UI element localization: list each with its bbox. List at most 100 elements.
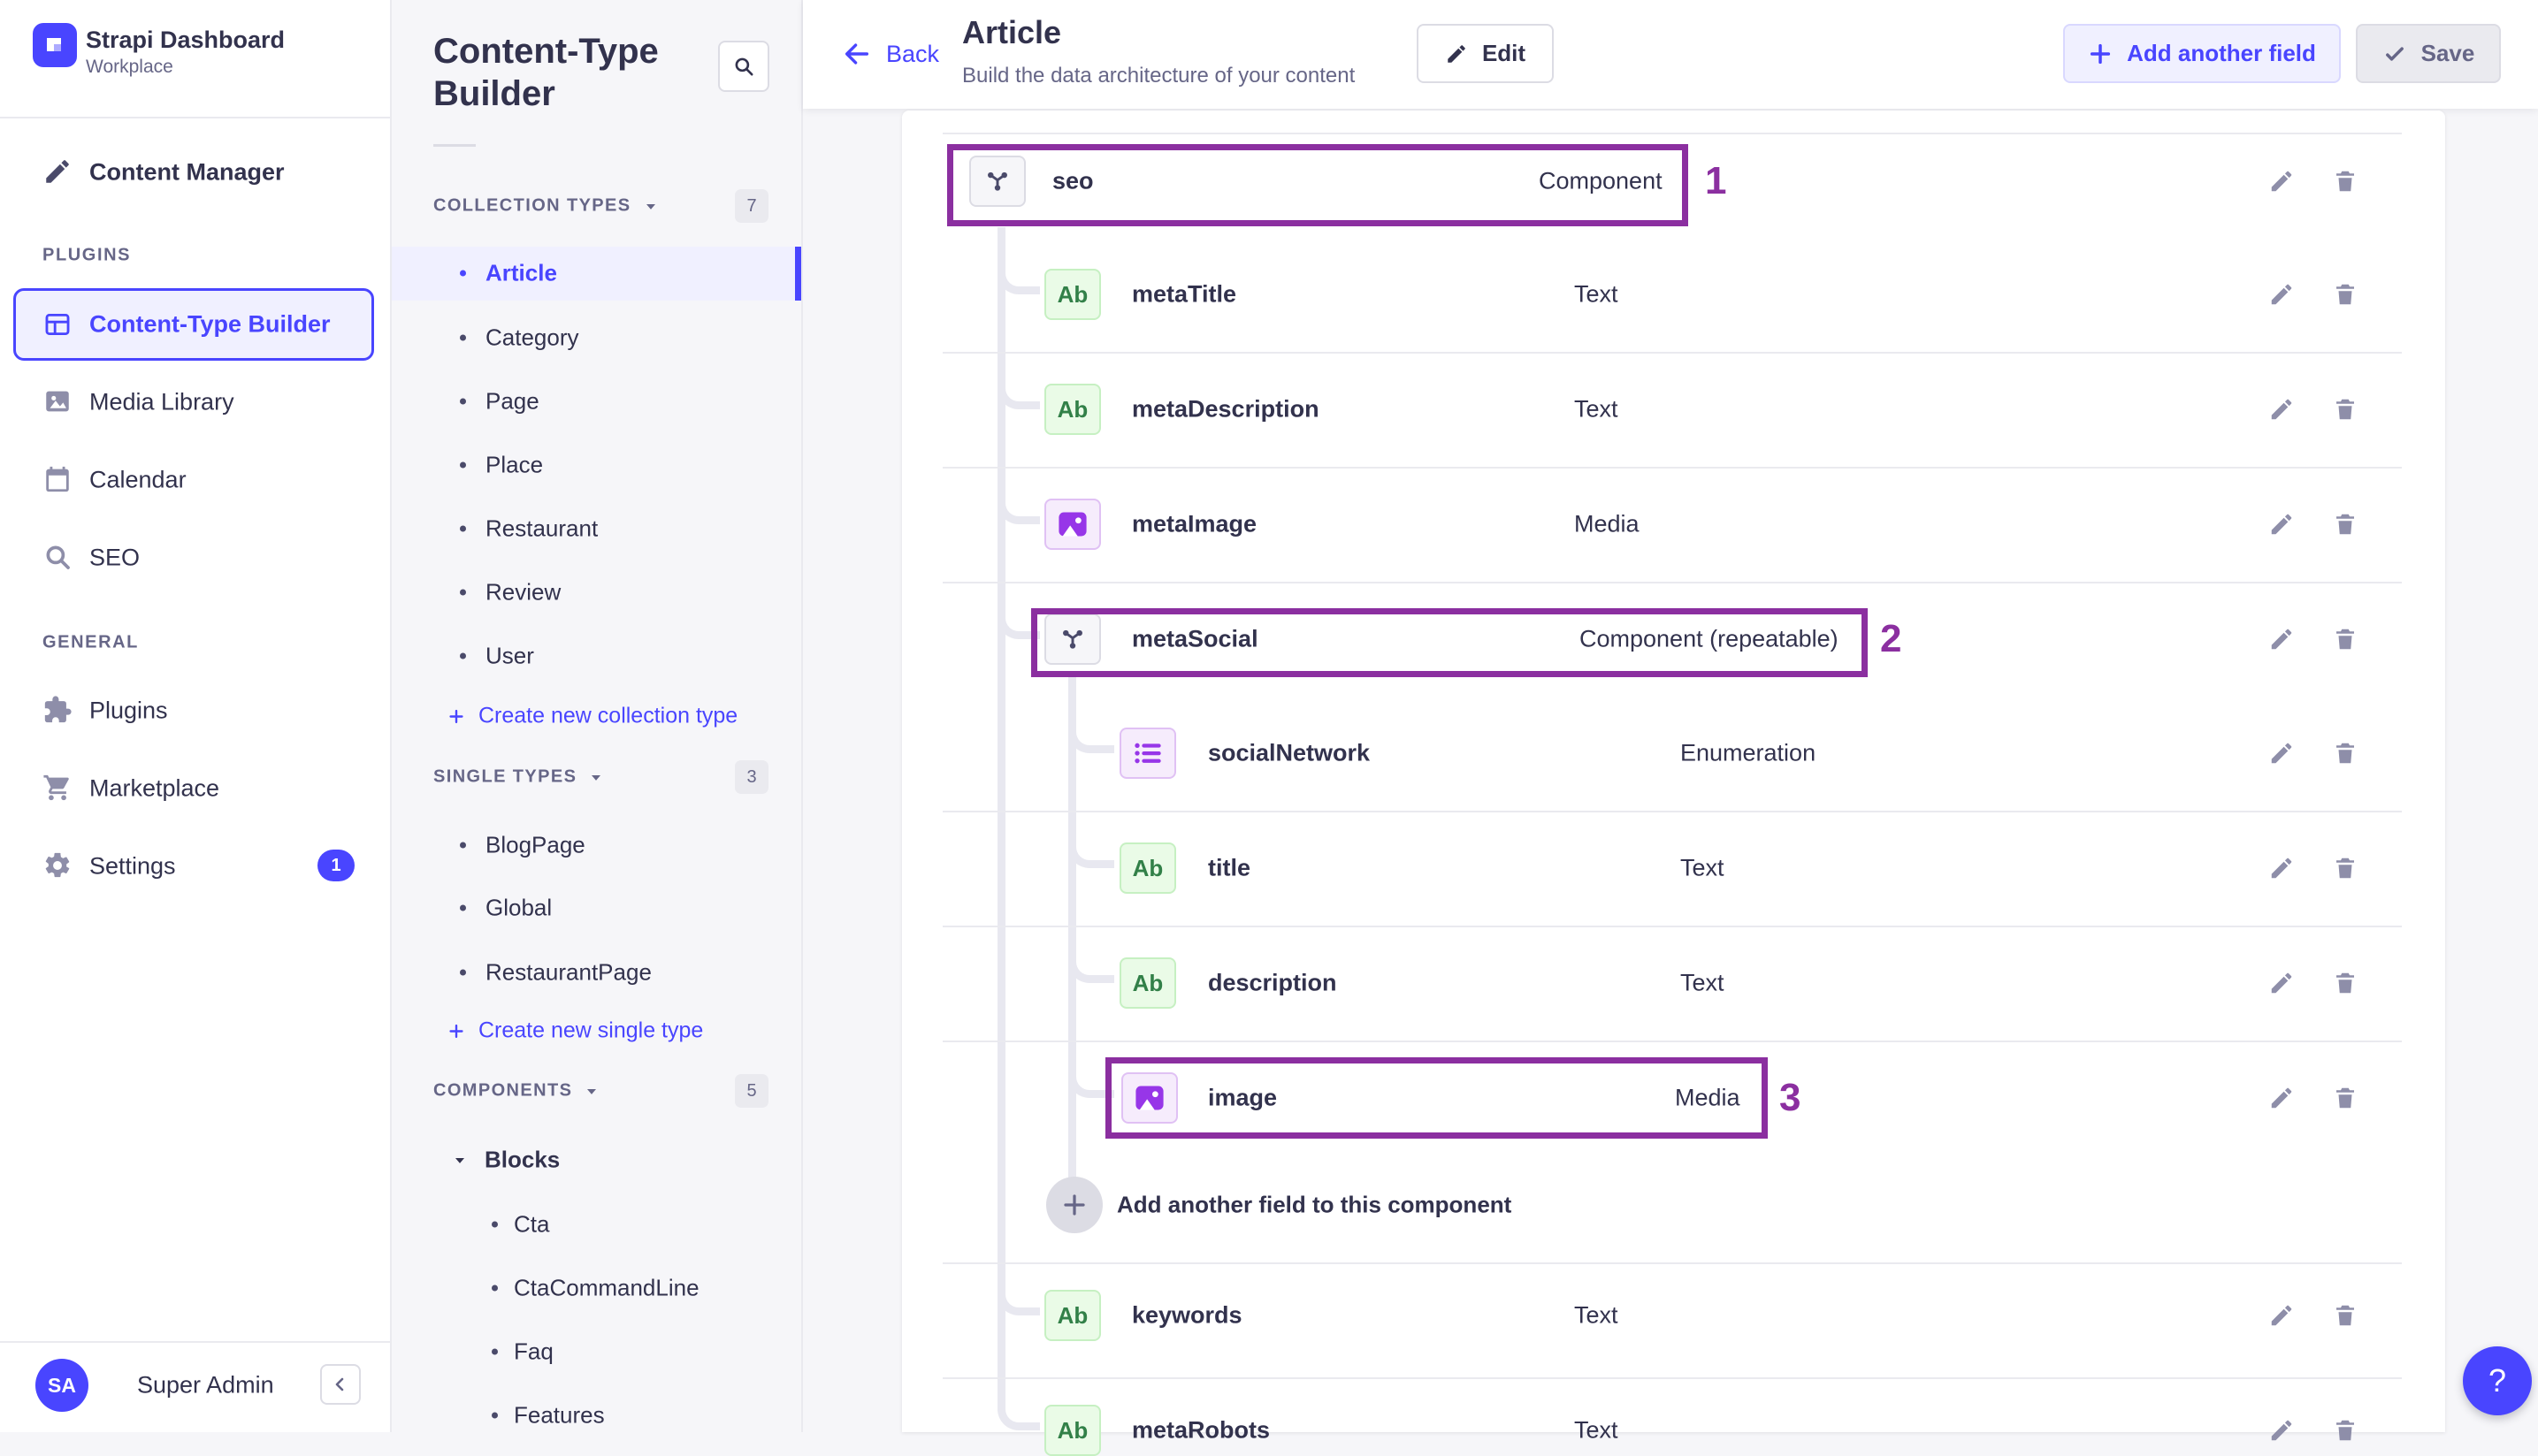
bullet-icon <box>460 398 466 405</box>
edit-field-button[interactable] <box>2262 1079 2301 1117</box>
pencil-icon <box>2271 1305 2292 1326</box>
field-name: image <box>1208 1084 1278 1111</box>
delete-field-button[interactable] <box>2326 505 2365 544</box>
field-name: description <box>1208 969 1337 996</box>
pencil-icon <box>2271 629 2292 650</box>
collection-types-header[interactable]: COLLECTION TYPES <box>433 196 660 217</box>
edit-field-button[interactable] <box>2262 162 2301 201</box>
subnav-item-category[interactable]: Category <box>485 324 579 352</box>
trash-icon <box>2336 858 2354 879</box>
single-types-count: 3 <box>735 760 768 794</box>
field-name: keywords <box>1132 1301 1242 1329</box>
sidebar-item-media-library[interactable]: Media Library <box>0 375 390 429</box>
row-divider <box>943 352 2402 354</box>
save-button[interactable]: Save <box>2356 24 2501 83</box>
subnav-item-user[interactable]: User <box>485 643 534 670</box>
create-collection-type-link[interactable]: Create new collection type <box>447 704 738 729</box>
avatar[interactable]: SA <box>35 1359 88 1412</box>
add-component-field-label[interactable]: Add another field to this component <box>1117 1192 1511 1219</box>
delete-field-button[interactable] <box>2326 734 2365 773</box>
check-icon <box>2385 46 2404 61</box>
subnav-item-page[interactable]: Page <box>485 388 539 415</box>
subnav-item-place[interactable]: Place <box>485 452 543 479</box>
row-divider <box>943 1377 2402 1379</box>
trash-icon <box>2336 514 2354 535</box>
edit-field-button[interactable] <box>2262 849 2301 888</box>
subnav-item-label: Article <box>485 259 557 286</box>
cart-icon <box>42 773 73 803</box>
create-single-type-link[interactable]: Create new single type <box>447 1018 703 1044</box>
subnav-item-ctacommandline[interactable]: CtaCommandLine <box>514 1275 699 1302</box>
workspace-label: Workplace <box>86 57 173 77</box>
edit-field-button[interactable] <box>2262 620 2301 659</box>
text-icon: Ab <box>1044 1405 1101 1456</box>
sidebar-item-settings[interactable]: Settings 1 <box>0 839 390 893</box>
sidebar-section-general: GENERAL <box>42 632 139 652</box>
sidebar-item-seo[interactable]: SEO <box>0 530 390 584</box>
bullet-icon <box>492 1412 498 1419</box>
subnav-item-cta[interactable]: Cta <box>514 1211 549 1239</box>
edit-field-button[interactable] <box>2262 275 2301 314</box>
tree-elbow <box>998 593 1040 639</box>
component-group-blocks[interactable]: Blocks <box>451 1147 560 1174</box>
edit-field-button[interactable] <box>2262 1296 2301 1335</box>
delete-field-button[interactable] <box>2326 1296 2365 1335</box>
row-divider <box>943 926 2402 927</box>
subnav-item-blogpage[interactable]: BlogPage <box>485 832 585 859</box>
chevron-down-icon <box>455 1157 464 1163</box>
edit-button[interactable]: Edit <box>1417 24 1554 83</box>
page-title: Article <box>962 14 1062 50</box>
delete-field-button[interactable] <box>2326 849 2365 888</box>
sidebar-item-label: Settings <box>89 852 176 880</box>
sidebar-item-marketplace[interactable]: Marketplace <box>0 761 390 815</box>
single-types-header[interactable]: SINGLE TYPES <box>433 767 605 788</box>
subnav-item-faq[interactable]: Faq <box>514 1338 554 1366</box>
row-divider <box>943 1262 2402 1264</box>
field-name: metaSocial <box>1132 625 1258 652</box>
delete-field-button[interactable] <box>2326 1079 2365 1117</box>
field-type: Enumeration <box>1680 739 1816 766</box>
add-another-field-button[interactable]: Add another field <box>2063 24 2341 83</box>
add-component-field-button[interactable] <box>1046 1177 1103 1233</box>
text-icon: Ab <box>1044 1290 1101 1341</box>
annotation-number-3: 3 <box>1779 1076 1801 1119</box>
subnav-item-global[interactable]: Global <box>485 895 552 922</box>
help-button[interactable]: ? <box>2463 1346 2532 1415</box>
trash-icon <box>2336 399 2354 420</box>
edit-field-button[interactable] <box>2262 734 2301 773</box>
pencil-icon <box>2271 171 2292 192</box>
delete-field-button[interactable] <box>2326 1411 2365 1450</box>
delete-field-button[interactable] <box>2326 162 2365 201</box>
delete-field-button[interactable] <box>2326 964 2365 1002</box>
edit-field-button[interactable] <box>2262 1411 2301 1450</box>
pencil-icon <box>2271 1420 2292 1441</box>
pencil-icon <box>2271 284 2292 305</box>
back-link[interactable]: Back <box>842 39 939 69</box>
edit-field-button[interactable] <box>2262 964 2301 1002</box>
delete-field-button[interactable] <box>2326 275 2365 314</box>
subnav-item-restaurantpage[interactable]: RestaurantPage <box>485 959 652 987</box>
components-header[interactable]: COMPONENTS <box>433 1081 600 1102</box>
tree-elbow <box>1068 1052 1114 1098</box>
trash-icon <box>2336 743 2354 764</box>
subnav-item-restaurant[interactable]: Restaurant <box>485 515 598 543</box>
sidebar-item-label: Media Library <box>89 388 234 415</box>
collapse-sidebar-button[interactable] <box>320 1364 361 1405</box>
search-button[interactable] <box>718 41 769 92</box>
pencil-icon <box>2271 399 2292 420</box>
sidebar-item-calendar[interactable]: Calendar <box>0 453 390 507</box>
subnav-item-review[interactable]: Review <box>485 579 561 606</box>
sidebar-item-content-manager[interactable]: Content Manager <box>0 145 390 199</box>
strapi-logo-icon <box>33 23 77 67</box>
bullet-icon <box>492 1221 498 1228</box>
subnav-item-article-active[interactable] <box>392 247 801 301</box>
sidebar-item-plugins[interactable]: Plugins <box>0 683 390 737</box>
pencil-icon <box>2271 972 2292 994</box>
delete-field-button[interactable] <box>2326 390 2365 429</box>
subnav-item-features[interactable]: Features <box>514 1402 605 1429</box>
pencil-icon <box>2271 1087 2292 1109</box>
delete-field-button[interactable] <box>2326 620 2365 659</box>
edit-field-button[interactable] <box>2262 505 2301 544</box>
edit-field-button[interactable] <box>2262 390 2301 429</box>
sidebar-item-label: Plugins <box>89 697 168 724</box>
